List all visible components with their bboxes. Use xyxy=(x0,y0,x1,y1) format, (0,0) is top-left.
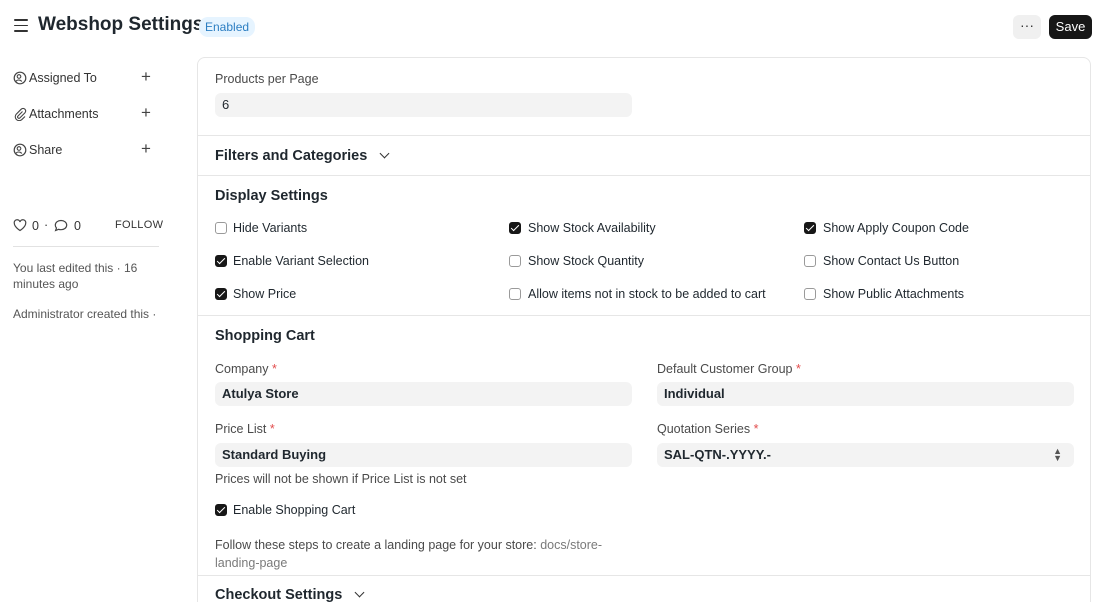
show-apply-coupon-label: Show Apply Coupon Code xyxy=(823,221,969,235)
select-arrows-icon: ▲ ▼ xyxy=(1053,446,1062,463)
company-input[interactable]: Atulya Store xyxy=(215,382,632,406)
enable-variant-selection-checkbox[interactable] xyxy=(215,255,227,267)
company-label-text: Company xyxy=(215,362,269,376)
quotation-series-select[interactable]: SAL-QTN-.YYYY.- ▲ ▼ xyxy=(657,443,1074,467)
menu-icon[interactable] xyxy=(14,19,28,33)
show-public-attachments-checkbox[interactable] xyxy=(804,288,816,300)
enable-shopping-cart-checkbox[interactable] xyxy=(215,504,227,516)
chevron-down-icon xyxy=(379,148,390,159)
sidebar-item-label: Share xyxy=(29,143,63,157)
sidebar-divider xyxy=(13,246,159,247)
allow-out-of-stock-checkbox[interactable] xyxy=(509,288,521,300)
show-stock-availability-checkbox[interactable] xyxy=(509,222,521,234)
sidebar-item-label: Assigned To xyxy=(29,71,97,85)
price-list-label-text: Price List xyxy=(215,422,267,436)
chevron-down-icon xyxy=(354,587,365,598)
status-badge: Enabled xyxy=(199,17,256,37)
heart-icon[interactable] xyxy=(13,219,27,232)
show-apply-coupon-checkbox[interactable] xyxy=(804,222,816,234)
sidebar-item-share[interactable]: Share + xyxy=(13,139,158,160)
save-button[interactable]: Save xyxy=(1049,15,1092,39)
price-list-label: Price List * xyxy=(215,422,275,436)
sidebar-item-attachments[interactable]: Attachments + xyxy=(13,103,158,124)
sidebar-item-label: Attachments xyxy=(29,107,99,121)
checkout-section-header[interactable]: Checkout Settings xyxy=(215,587,365,602)
customer-group-label: Default Customer Group * xyxy=(657,362,801,376)
show-contact-us-label: Show Contact Us Button xyxy=(823,254,960,268)
shopping-cart-title: Shopping Cart xyxy=(215,328,315,344)
required-mark: * xyxy=(753,422,759,436)
section-divider xyxy=(197,315,1091,316)
checkout-section-title: Checkout Settings xyxy=(215,587,343,602)
comment-icon[interactable] xyxy=(54,219,68,232)
landing-page-help-text: Follow these steps to create a landing p… xyxy=(215,538,537,552)
required-mark: * xyxy=(795,362,801,376)
hide-variants-checkbox[interactable] xyxy=(215,222,227,234)
price-list-input[interactable]: Standard Buying xyxy=(215,443,632,467)
paperclip-icon xyxy=(14,107,27,121)
created-by-text: Administrator created this · xyxy=(13,307,157,321)
show-stock-quantity-checkbox[interactable] xyxy=(509,255,521,267)
show-stock-availability-label: Show Stock Availability xyxy=(528,221,656,235)
required-mark: * xyxy=(271,362,277,376)
company-label: Company * xyxy=(215,362,277,376)
show-price-checkbox[interactable] xyxy=(215,288,227,300)
products-per-page-label: Products per Page xyxy=(215,72,319,86)
enable-variant-selection-label: Enable Variant Selection xyxy=(233,254,369,268)
customer-group-input[interactable]: Individual xyxy=(657,382,1074,406)
section-divider xyxy=(197,135,1091,136)
show-price-label: Show Price xyxy=(233,287,297,301)
page-title: Webshop Settings xyxy=(38,14,204,35)
enable-shopping-cart-label: Enable Shopping Cart xyxy=(233,503,356,517)
sidebar: Assigned To + Attachments + Share + 0 · … xyxy=(0,55,175,602)
last-edited-text: You last edited this · 16 minutes ago xyxy=(13,261,138,291)
page-header: Webshop Settings Enabled ··· Save xyxy=(0,0,1110,55)
share-icon xyxy=(13,143,27,157)
hide-variants-label: Hide Variants xyxy=(233,221,308,235)
assign-icon xyxy=(13,71,27,85)
section-divider xyxy=(197,175,1091,176)
quotation-series-label-text: Quotation Series xyxy=(657,422,751,436)
follow-button[interactable]: FOLLOW xyxy=(115,219,163,231)
sidebar-item-assigned-to[interactable]: Assigned To + xyxy=(13,67,158,88)
add-attachment-icon[interactable]: + xyxy=(141,103,151,123)
show-public-attachments-label: Show Public Attachments xyxy=(823,287,965,301)
more-actions-button[interactable]: ··· xyxy=(1013,15,1041,39)
section-divider xyxy=(197,575,1091,576)
allow-out-of-stock-label: Allow items not in stock to be added to … xyxy=(528,287,766,301)
quotation-series-label: Quotation Series * xyxy=(657,422,758,436)
required-mark: * xyxy=(269,422,275,436)
add-assignee-icon[interactable]: + xyxy=(141,67,151,87)
price-list-help: Prices will not be shown if Price List i… xyxy=(215,472,467,486)
show-contact-us-checkbox[interactable] xyxy=(804,255,816,267)
separator-dot: · xyxy=(44,218,49,232)
comment-count: 0 xyxy=(74,219,81,233)
social-actions: 0 · 0 FOLLOW xyxy=(13,218,163,238)
filters-section-title: Filters and Categories xyxy=(215,148,368,164)
add-share-icon[interactable]: + xyxy=(141,139,151,159)
customer-group-label-text: Default Customer Group xyxy=(657,362,793,376)
quotation-series-value: SAL-QTN-.YYYY.- xyxy=(664,447,771,462)
form-panel xyxy=(197,57,1091,602)
landing-page-help: Follow these steps to create a landing p… xyxy=(215,536,635,572)
products-per-page-input[interactable]: 6 xyxy=(215,93,632,117)
show-stock-quantity-label: Show Stock Quantity xyxy=(528,254,645,268)
like-count: 0 xyxy=(32,219,39,233)
display-settings-title: Display Settings xyxy=(215,188,328,204)
filters-section-header[interactable]: Filters and Categories xyxy=(215,148,390,164)
